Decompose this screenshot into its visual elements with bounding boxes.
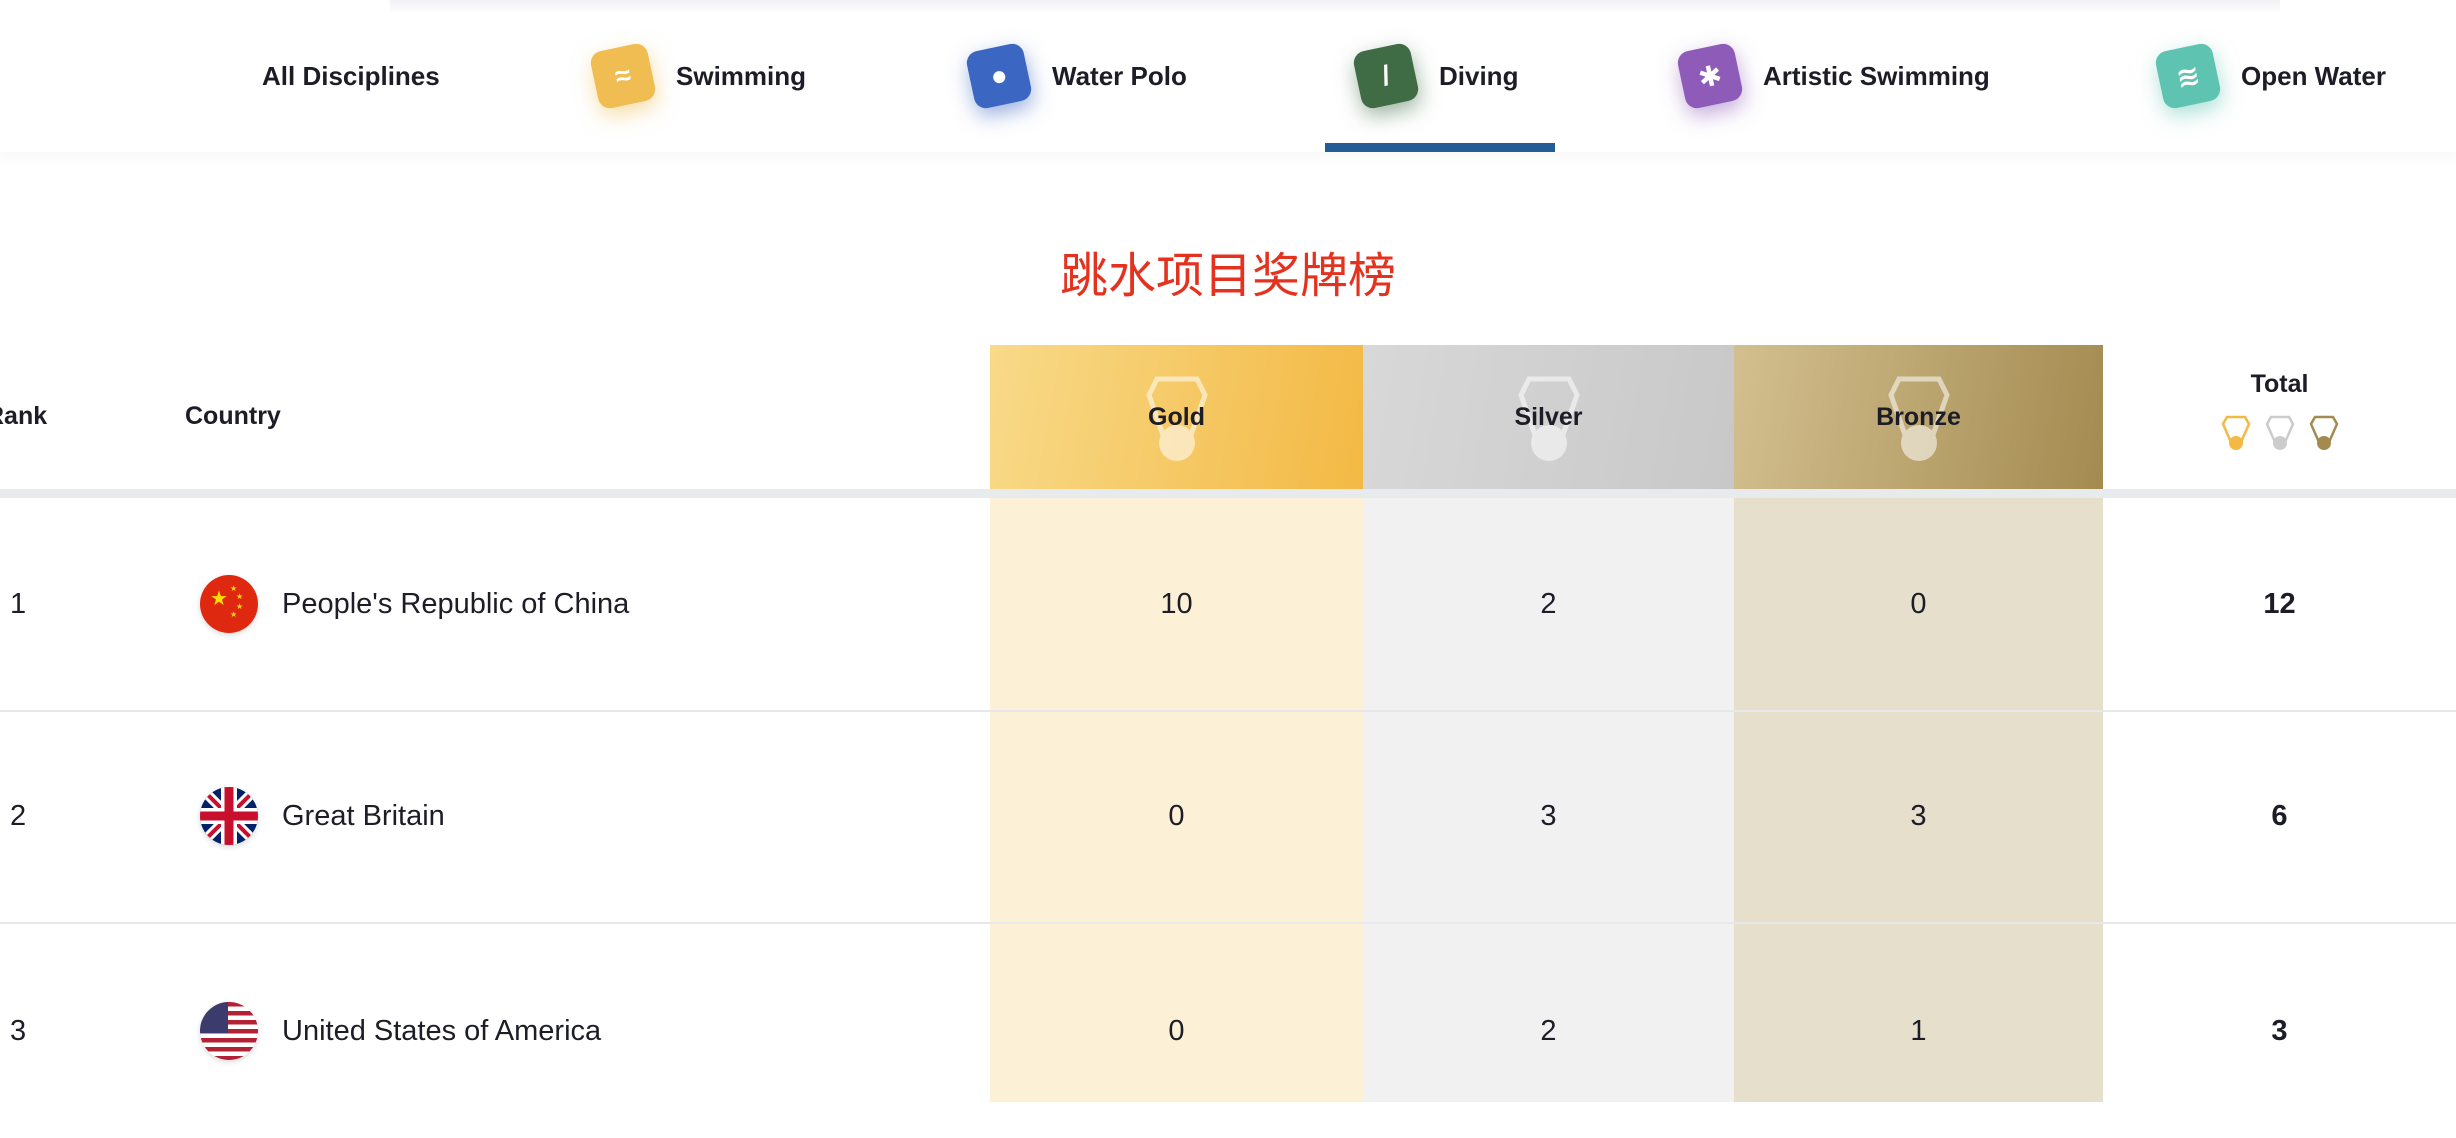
total-count: 12 [2263,587,2296,620]
great-britain-flag-icon [200,787,258,845]
gold-medal-icon [2221,415,2250,450]
country-name[interactable]: People's Republic of China [282,498,629,710]
open-water-icon: ≋ [2153,41,2223,111]
bronze-count: 3 [1910,799,1927,832]
rank-cell: 1 [10,587,27,620]
bronze-label: Bronze [1876,402,1961,431]
gold-count: 0 [1168,799,1185,832]
tab-label: Diving [1439,60,1519,91]
silver-count: 2 [1540,587,1557,620]
tab-artistic-swimming[interactable]: ✱ Artistic Swimming [1675,40,1990,112]
svg-text:★: ★ [236,592,243,601]
country-name[interactable]: Great Britain [282,710,445,922]
tab-open-water[interactable]: ≋ Open Water [2153,40,2386,112]
tab-swimming[interactable]: ≈ Swimming [588,40,807,112]
table-row[interactable]: 2 Great Britain 0 3 3 6 [0,710,2456,924]
country-name[interactable]: United States of America [282,924,601,1138]
silver-count: 2 [1540,1014,1557,1047]
gold-label: Gold [1148,402,1205,431]
diving-icon: / [1351,41,1421,111]
gold-count: 10 [1160,587,1193,620]
artistic-swimming-icon: ✱ [1675,41,1745,111]
page-title: 跳水项目奖牌榜 [1059,250,1396,303]
tab-label: Open Water [2241,60,2386,91]
tab-all-disciplines[interactable]: All Disciplines [262,40,440,112]
bronze-header[interactable]: Bronze [1734,345,2103,489]
silver-label: Silver [1514,402,1583,431]
total-medal-icons [2203,415,2356,451]
gold-header[interactable]: Gold [990,345,1363,489]
bronze-count: 1 [1910,1014,1927,1047]
active-tab-indicator [1325,143,1555,152]
silver-count: 3 [1540,799,1557,832]
table-row[interactable]: 1 ★ ★ ★ ★ ★ People's Republic of China 10 2 … [0,498,2456,712]
tab-diving[interactable]: / Diving [1351,40,1519,112]
tab-label: All Disciplines [262,60,440,91]
tab-water-polo[interactable]: ● Water Polo [964,40,1187,112]
rank-header[interactable]: Rank [0,402,47,431]
water-polo-icon: ● [964,41,1034,111]
total-count: 3 [2271,1014,2288,1047]
gold-count: 0 [1168,1014,1185,1047]
bronze-medal-icon [2309,415,2338,450]
swimming-icon: ≈ [588,41,658,111]
total-header[interactable]: Total [2103,370,2456,399]
china-flag-icon: ★ ★ ★ ★ ★ [200,575,258,633]
table-row[interactable]: 3 United States of America 0 2 1 3 [0,924,2456,1138]
tab-label: Swimming [676,60,807,91]
silver-header[interactable]: Silver [1363,345,1734,489]
tab-label: Artistic Swimming [1763,60,1990,91]
tab-label: Water Polo [1052,60,1187,91]
total-count: 6 [2271,799,2288,832]
discipline-nav: All Disciplines ≈ Swimming ● Water Polo / D… [0,0,2456,152]
rank-cell: 3 [10,1014,27,1047]
nav-shadow [390,0,2280,14]
svg-text:★: ★ [230,610,237,619]
country-header[interactable]: Country [185,402,281,431]
silver-medal-icon [2265,415,2294,450]
header-separator [0,489,2456,498]
rank-cell: 2 [10,799,27,832]
usa-flag-icon [200,1002,258,1060]
svg-text:★: ★ [210,588,228,610]
bronze-count: 0 [1910,587,1927,620]
